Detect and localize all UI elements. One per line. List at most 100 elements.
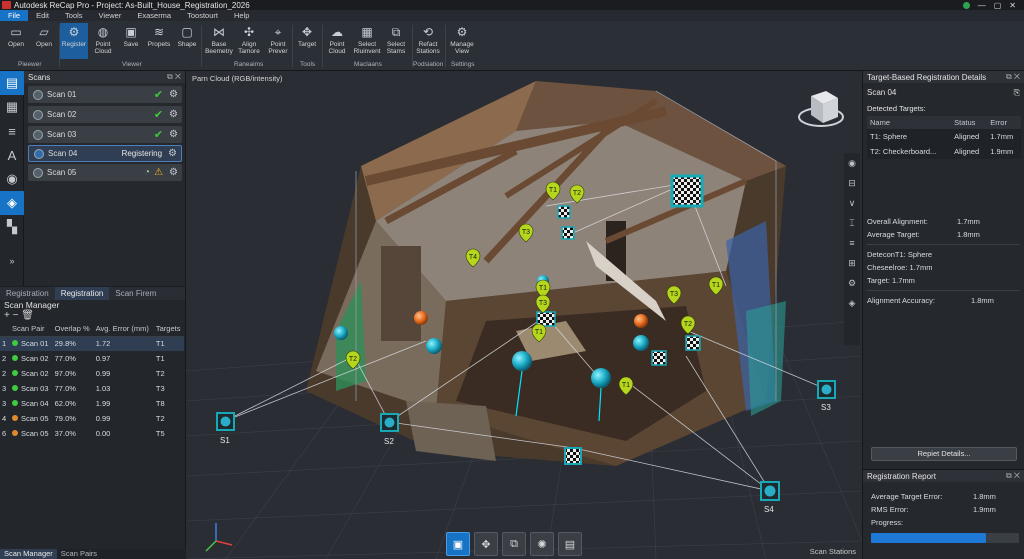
open-folder-button[interactable]: ▱ Open: [30, 23, 58, 59]
export-icon[interactable]: ⎘: [1014, 88, 1020, 98]
crop-icon[interactable]: ⊞: [844, 253, 860, 273]
grid-view-icon[interactable]: ▦: [0, 95, 24, 119]
tab-scan-firem[interactable]: Scan Firem: [109, 287, 162, 300]
gear-icon[interactable]: ⚙: [169, 89, 178, 100]
panel-close-icon[interactable]: ⧉ ✕: [167, 72, 181, 82]
list-view-icon[interactable]: ≡: [0, 119, 24, 143]
viewport-side-tools: ◉ ⊟ ∨ ⌶ ≡ ⊞ ⚙ ◈: [844, 153, 860, 345]
properties-button[interactable]: ≋ Propets: [145, 23, 173, 59]
gear-icon[interactable]: ⚙: [169, 109, 178, 120]
table-row[interactable]: 3 Scan 03 77.0% 1.03 T3: [0, 381, 184, 396]
scan-station-icon: [34, 148, 44, 159]
maximize-button[interactable]: ▢: [994, 1, 1002, 10]
align-button[interactable]: ✣ Align Tamore: [234, 23, 264, 59]
move-icon[interactable]: ✥: [474, 532, 498, 556]
open-button[interactable]: ▭ Open: [2, 23, 30, 59]
point-cloud-button[interactable]: ◍ Point Cloud: [89, 23, 117, 59]
menu-file[interactable]: File: [0, 10, 29, 21]
compass-icon[interactable]: ◉: [0, 167, 24, 191]
table-row[interactable]: 2 Scan 02 97.0% 0.99 T2: [0, 366, 184, 381]
orbit-icon[interactable]: ✺: [530, 532, 554, 556]
gear-icon[interactable]: ⚙: [169, 167, 178, 178]
save-button[interactable]: ▣ Save: [117, 23, 145, 59]
table-row[interactable]: T2: Checkerboard... Aligned 1.9mm: [867, 144, 1021, 159]
table-row[interactable]: T1: Sphere Aligned 1.7mm: [867, 129, 1021, 144]
point-cloud-tool-button[interactable]: ☁ Point Cloud: [323, 23, 351, 59]
viewport-bottom-toolbar: ▣ ✥ ⧉ ✺ ▤: [446, 532, 582, 558]
table-row[interactable]: 6 Scan 05 37.0% 0.00 T5: [0, 426, 184, 441]
menu-viewer[interactable]: Viewer: [91, 10, 130, 21]
scan-item-05[interactable]: Scan 05 ◔ ⚠ ⚙: [28, 164, 182, 181]
tab-scan-pairs[interactable]: Scan Pairs: [57, 549, 101, 559]
select-stams-button[interactable]: ⧉ Select Stams: [382, 23, 410, 59]
manage-view-button[interactable]: ⚙ Manage View: [447, 23, 477, 59]
scan-item-01[interactable]: Scan 01 ✔ ⚙: [28, 86, 182, 103]
eye-icon[interactable]: ◉: [844, 153, 860, 173]
table-row[interactable]: 2 Scan 02 77.0% 0.97 T1: [0, 351, 184, 366]
menu-edit[interactable]: Edit: [28, 10, 57, 21]
scan-item-02[interactable]: Scan 02 ✔ ⚙: [28, 106, 182, 123]
viewport-status: Scan Stations: [809, 547, 856, 556]
table-row[interactable]: 4 Scan 05 79.0% 0.99 T2: [0, 411, 184, 426]
report-details-button[interactable]: Repiet Details...: [871, 447, 1017, 461]
blocks-icon[interactable]: ▚: [0, 215, 24, 239]
point-cloud-viewport[interactable]: S1 S2 S3 S4 T1 T2 T3 T4 T1 T3 T1 T3 T1 T2 T1 T2 Par…: [186, 71, 862, 559]
annotate-icon[interactable]: A: [0, 143, 24, 167]
status-dot-icon: [12, 430, 18, 436]
link-icon: ◔: [144, 167, 151, 178]
col-targets[interactable]: Targets: [153, 322, 184, 337]
close-button[interactable]: ✕: [1009, 1, 1016, 10]
scan-station-icon: [33, 109, 43, 120]
frame-icon[interactable]: ⧉: [502, 532, 526, 556]
settings-icon[interactable]: ⚙: [844, 273, 860, 293]
select-button[interactable]: ▦ Select Rluinvent: [352, 23, 382, 59]
tab-registration-active[interactable]: Registration: [54, 287, 110, 300]
gear-icon[interactable]: ⚙: [169, 129, 178, 140]
cube-view-icon[interactable]: ▣: [446, 532, 470, 556]
ribbon-separator: [201, 25, 202, 67]
menu-help[interactable]: Help: [226, 10, 257, 21]
folder-open-icon: ▱: [39, 25, 49, 39]
group-label: Podsiation: [413, 61, 444, 68]
register-button[interactable]: ⚙ Register: [60, 23, 88, 59]
status-label: Registering: [121, 149, 163, 158]
col-avg-error[interactable]: Avg. Error (mm): [93, 322, 154, 337]
minimize-button[interactable]: —: [978, 1, 986, 10]
scan-item-03[interactable]: Scan 03 ✔ ⚙: [28, 126, 182, 143]
expand-icon[interactable]: »: [0, 249, 24, 273]
list-icon[interactable]: ≡: [844, 233, 860, 253]
menu-tools[interactable]: Tools: [57, 10, 91, 21]
col-scan-pair[interactable]: Scan Pair: [10, 322, 53, 337]
progress-fill: [871, 533, 987, 543]
scan-manager-tools[interactable]: + − 🗑: [0, 311, 185, 322]
tab-scan-manager[interactable]: Scan Manager: [0, 549, 57, 559]
panel-close-icon[interactable]: ⧉ ✕: [1006, 72, 1020, 82]
panel-close-icon[interactable]: ⧉ ✕: [1006, 471, 1020, 481]
refact-stations-button[interactable]: ⟲ Refact Stations: [413, 23, 443, 59]
stack-view-icon[interactable]: ▤: [558, 532, 582, 556]
section-icon[interactable]: ⊟: [844, 173, 860, 193]
table-row[interactable]: 1 Scan 01 29.8% 1.72 T1: [0, 336, 184, 351]
base-geometry-button[interactable]: ⋈ Base Beemetry: [204, 23, 234, 59]
pin-label: T3: [522, 229, 530, 236]
shape-button[interactable]: ▢ Shape: [173, 23, 201, 59]
scan-item-04[interactable]: Scan 04 Registering ⚙: [28, 145, 182, 162]
gear-icon[interactable]: ⚙: [168, 148, 177, 159]
point-preview-button[interactable]: ⌖ Point Prever: [264, 23, 292, 59]
viewport-canvas[interactable]: S1 S2 S3 S4 T1 T2 T3 T4 T1 T3 T1 T3 T1 T2 T1 T2: [186, 71, 862, 559]
layers-icon[interactable]: ◈: [0, 191, 24, 215]
filter-icon[interactable]: ∨: [844, 193, 860, 213]
pin-label: T2: [573, 190, 581, 197]
col-overlap[interactable]: Overlap %: [52, 322, 94, 337]
tab-registration[interactable]: Registration: [0, 287, 55, 300]
layers-toggle-icon[interactable]: ◈: [844, 293, 860, 313]
menu-toostourt[interactable]: Toostourt: [179, 10, 226, 21]
measure-icon[interactable]: ⌶: [844, 213, 860, 233]
menu-exaserma[interactable]: Exaserma: [129, 10, 179, 21]
scans-view-icon[interactable]: ▤: [0, 71, 24, 95]
station-label-s3: S3: [821, 403, 831, 412]
view-cube[interactable]: [798, 91, 844, 127]
target-button[interactable]: ✥ Target: [293, 23, 321, 59]
table-row[interactable]: 3 Scan 04 62.0% 1.99 T8: [0, 396, 184, 411]
target-line: Target: 1.7mm: [867, 276, 915, 285]
